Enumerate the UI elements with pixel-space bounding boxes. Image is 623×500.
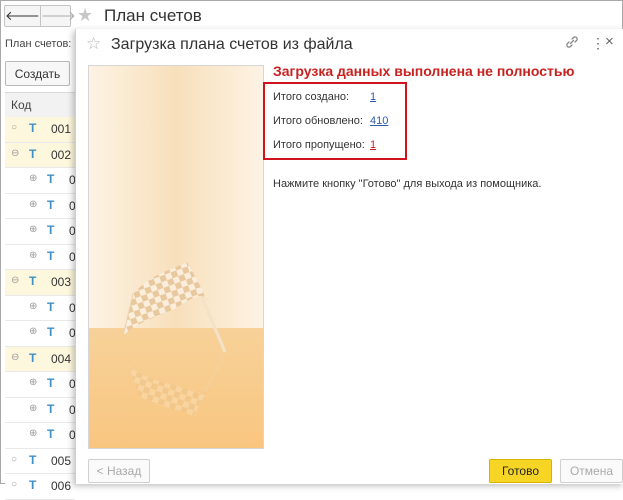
finish-flag-illustration xyxy=(88,65,264,449)
account-code: 002 xyxy=(51,147,72,162)
table-row[interactable]: ⊕ Т 0 xyxy=(5,193,76,219)
more-icon[interactable]: ⋮ xyxy=(591,34,605,52)
updated-label: Итого обновлено: xyxy=(273,115,363,127)
create-button[interactable]: Создать xyxy=(5,61,70,86)
updated-value-link[interactable]: 410 xyxy=(370,115,388,127)
account-code: 004 xyxy=(51,351,72,366)
status-title: Загрузка данных выполнена не полностью xyxy=(273,63,575,79)
nav-buttons: 🡐 🡒 xyxy=(4,5,76,27)
back-button[interactable]: < Назад xyxy=(88,459,150,483)
created-label: Итого создано: xyxy=(273,91,350,103)
expand-icon[interactable]: ⊕ xyxy=(29,377,37,389)
forward-nav-button[interactable]: 🡒 xyxy=(39,6,76,26)
main-window-title: План счетов xyxy=(104,6,202,25)
star-icon[interactable]: ☆ xyxy=(86,34,101,54)
star-icon[interactable]: ★ xyxy=(77,5,93,25)
table-row[interactable]: ○ Т 006 xyxy=(5,474,75,500)
table-row[interactable]: ⊕ Т 0 xyxy=(5,321,76,347)
table-row[interactable]: ⊕ Т 0 xyxy=(5,372,76,398)
account-type-icon: Т xyxy=(47,223,55,237)
leaf-circle-icon: ○ xyxy=(11,479,18,490)
done-button[interactable]: Готово xyxy=(489,459,552,483)
account-type-icon: Т xyxy=(29,146,37,161)
account-code: 001 xyxy=(51,122,72,136)
account-type-icon: Т xyxy=(29,274,37,288)
accounts-table: ○ Т 001 ⊖ Т 002 ⊕ Т 0 ⊕ Т 0 ⊕ Т 0 ⊕ Т 0 ⊖ Т 003 ⊕ Т 0 ⊕ Т 0 ⊖ Т 004 ⊕ Т… xyxy=(5,117,76,500)
skipped-value-link[interactable]: 1 xyxy=(370,139,376,151)
account-type-icon: Т xyxy=(47,172,55,186)
account-type-icon: Т xyxy=(47,376,55,390)
import-dialog: ☆ Загрузка плана счетов из файла ⋮ × Заг… xyxy=(75,29,623,484)
skipped-label: Итого пропущено: xyxy=(273,139,365,151)
account-type-icon: Т xyxy=(29,452,37,467)
table-row[interactable]: ⊖ Т 002 xyxy=(5,142,75,168)
checkered-flag-icon xyxy=(122,261,227,417)
arrow-right-icon: 🡒 xyxy=(40,8,76,23)
account-code: 003 xyxy=(51,275,72,289)
expand-icon[interactable]: ⊕ xyxy=(29,224,37,236)
table-row[interactable]: ⊖ Т 003 xyxy=(5,270,75,296)
back-nav-button[interactable]: 🡐 xyxy=(5,6,40,26)
account-type-icon: Т xyxy=(47,325,55,339)
column-header-code: Код xyxy=(11,98,32,112)
account-code: 006 xyxy=(51,479,72,493)
link-icon[interactable] xyxy=(564,34,580,52)
expand-icon[interactable]: ⊕ xyxy=(29,428,37,440)
collapse-icon[interactable]: ⊖ xyxy=(11,352,19,364)
table-row[interactable]: ○ Т 001 xyxy=(5,117,75,143)
leaf-circle-icon: ○ xyxy=(11,122,18,133)
dialog-title: Загрузка плана счетов из файла xyxy=(111,36,353,53)
table-row[interactable]: ⊕ Т 0 xyxy=(5,295,76,321)
created-stat: Итого создано: 1 xyxy=(273,91,376,103)
table-row[interactable]: ⊕ Т 0 xyxy=(5,168,76,194)
cancel-button[interactable]: Отмена xyxy=(560,459,623,483)
expand-icon[interactable]: ⊕ xyxy=(29,250,37,262)
account-type-icon: Т xyxy=(47,401,55,416)
table-row[interactable]: ⊕ Т 0 xyxy=(5,397,76,423)
table-row[interactable]: ⊕ Т 0 xyxy=(5,423,76,449)
account-type-icon: Т xyxy=(47,197,55,212)
table-row[interactable]: ⊕ Т 0 xyxy=(5,244,76,270)
account-type-icon: Т xyxy=(29,350,37,365)
hint-text: Нажмите кнопку "Готово" для выхода из по… xyxy=(273,178,542,190)
updated-stat: Итого обновлено: 410 xyxy=(273,115,388,127)
close-icon[interactable]: × xyxy=(605,33,614,51)
created-value-link[interactable]: 1 xyxy=(370,91,376,103)
account-type-icon: Т xyxy=(47,427,55,441)
expand-icon[interactable]: ⊕ xyxy=(29,301,37,313)
collapse-icon[interactable]: ⊖ xyxy=(11,275,19,287)
leaf-circle-icon: ○ xyxy=(11,453,18,465)
expand-icon[interactable]: ⊕ xyxy=(29,403,37,415)
skipped-stat: Итого пропущено: 1 xyxy=(273,139,376,151)
table-row[interactable]: ⊕ Т 0 xyxy=(5,219,76,245)
account-code: 005 xyxy=(51,453,72,468)
chart-of-accounts-label: План счетов: xyxy=(5,38,72,50)
expand-icon[interactable]: ⊕ xyxy=(29,173,37,185)
account-type-icon: Т xyxy=(29,121,37,135)
account-type-icon: Т xyxy=(47,248,55,263)
arrow-left-icon: 🡐 xyxy=(5,8,40,23)
account-type-icon: Т xyxy=(47,299,55,314)
table-row[interactable]: ○ Т 005 xyxy=(5,448,75,474)
expand-icon[interactable]: ⊕ xyxy=(29,326,37,338)
collapse-icon[interactable]: ⊖ xyxy=(11,148,19,160)
expand-icon[interactable]: ⊕ xyxy=(29,199,37,211)
account-type-icon: Т xyxy=(29,478,37,492)
main-toolbar: 🡐 🡒 ★ План счетов xyxy=(1,1,622,29)
table-row[interactable]: ⊖ Т 004 xyxy=(5,346,75,372)
table-header[interactable]: Код xyxy=(5,92,75,118)
